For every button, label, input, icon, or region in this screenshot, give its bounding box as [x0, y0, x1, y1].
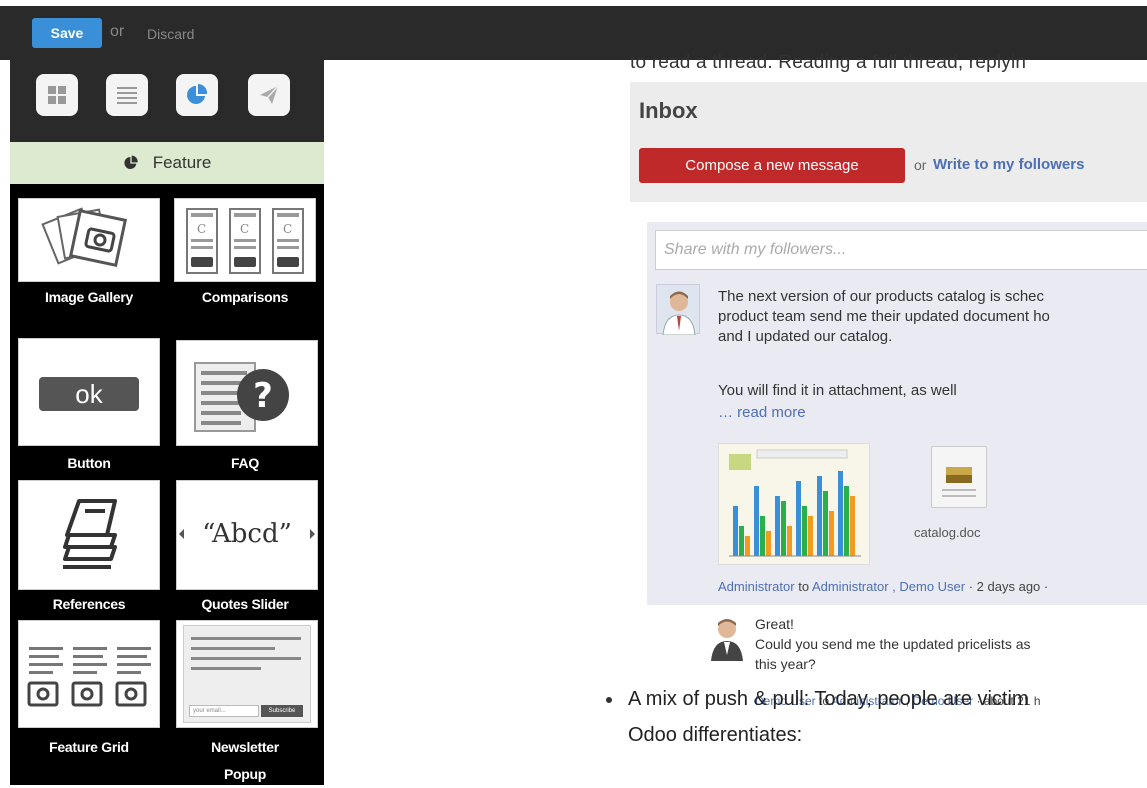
chevron-left-icon	[179, 529, 184, 539]
save-button[interactable]: Save	[32, 18, 102, 48]
newsletter-email-input: your email...	[189, 705, 259, 717]
paper-plane-icon	[260, 85, 279, 104]
share-input[interactable]: Share with my followers...	[655, 230, 1147, 270]
svg-text:?: ?	[253, 376, 273, 416]
body-text: Odoo differentiates:	[628, 724, 803, 746]
feature-grid-icon	[27, 647, 151, 707]
pie-chart-icon	[124, 155, 138, 169]
grid-icon	[48, 86, 66, 104]
faq-icon: ?	[194, 362, 289, 432]
snippet-label: Image Gallery	[45, 289, 133, 305]
thumbnail-bar	[823, 491, 828, 556]
snippet-image-gallery[interactable]	[18, 198, 160, 282]
avatar	[707, 615, 747, 661]
snippet-label: Comparisons	[201, 289, 289, 305]
svg-text:C: C	[283, 222, 292, 236]
svg-text:C: C	[197, 222, 206, 236]
snippet-feature-grid[interactable]	[18, 620, 160, 728]
thumbnail-bar	[802, 506, 807, 556]
user-avatar-icon	[662, 291, 696, 336]
snippet-button[interactable]: ok	[18, 338, 160, 446]
recipients-link[interactable]: Administrator , Demo User	[812, 579, 965, 594]
discard-link[interactable]: Discard	[147, 26, 194, 42]
section-header: Feature	[10, 142, 324, 184]
clipped-text: to read a thread. Reading a full thread,…	[630, 52, 1027, 73]
timestamp: · 2 days ago ·	[968, 579, 1049, 594]
thumbnail-bar	[781, 501, 786, 556]
document-icon	[942, 467, 976, 497]
inbox-header	[630, 82, 1147, 202]
message-meta: Administrator to Administrator , Demo Us…	[718, 579, 1049, 594]
snippet-comparisons[interactable]: CCC	[174, 198, 316, 282]
thumbnail-bar	[745, 536, 750, 556]
thumbnail-bar	[817, 476, 822, 556]
tab-structure[interactable]	[36, 74, 78, 116]
thumbnail-bar	[733, 506, 738, 556]
section-title: Feature	[152, 153, 212, 172]
thumbnail-bar	[829, 511, 834, 556]
write-to-followers-link[interactable]: Write to my followers	[933, 156, 1084, 173]
or-label: or	[914, 157, 927, 173]
newsletter-subscribe-button: Subscribe	[261, 705, 303, 717]
message-body: The next version of our products catalog…	[718, 288, 1050, 345]
compose-button[interactable]: Compose a new message	[639, 148, 905, 183]
snippet-label: Quotes Slider	[201, 596, 289, 612]
snippet-faq[interactable]: ?	[176, 340, 318, 446]
or-label: or	[110, 23, 125, 40]
snippet-label: Feature Grid	[49, 739, 129, 755]
thumbnail-bar	[760, 516, 765, 556]
thumbnail-bar	[787, 526, 792, 556]
chevron-right-icon	[310, 529, 315, 539]
snippet-quotes-slider[interactable]: “Abcd”	[176, 480, 318, 590]
photo-stack-icon	[41, 207, 128, 268]
tab-content[interactable]	[106, 74, 148, 116]
thumbnail-bar	[775, 496, 780, 556]
snippet-label: FAQ	[231, 455, 259, 471]
thumbnail-bar	[766, 531, 771, 556]
pie-chart-icon	[187, 83, 208, 104]
snippet-category-tabs	[10, 60, 324, 142]
chart-attachment[interactable]	[718, 443, 870, 565]
thumbnail-bar	[844, 486, 849, 556]
bullet-icon	[606, 697, 612, 703]
snippet-sidebar: Feature Image Gallery C C C Comparisons ok…	[10, 60, 324, 785]
snippet-label: Newsletter Popup	[211, 739, 279, 782]
thumbnail-bar	[796, 481, 801, 556]
tab-effect[interactable]	[248, 74, 290, 116]
thumbnail-bar	[739, 526, 744, 556]
thumbnail-bar	[754, 486, 759, 556]
books-icon	[63, 499, 117, 569]
snippet-references[interactable]	[18, 480, 160, 590]
avatar	[656, 284, 700, 336]
thumbnail-bar	[850, 496, 855, 556]
list-icon	[117, 87, 137, 104]
snippet-newsletter-popup[interactable]: your email... Subscribe	[176, 620, 318, 728]
user-avatar-icon	[711, 619, 743, 661]
bullet-text: A mix of push & pull: Today, people are …	[628, 688, 1029, 710]
message-body-continued: You will find it in attachment, as well	[718, 382, 957, 399]
editor-toolbar: Save or Discard	[0, 0, 1147, 60]
comparison-table-icon: CCC	[186, 208, 304, 274]
snippet-label: Button	[67, 455, 111, 471]
inbox-title: Inbox	[639, 98, 698, 123]
quote-preview: “Abcd”	[202, 519, 292, 549]
thumbnail-bar	[838, 471, 843, 556]
author-link[interactable]: Administrator	[718, 579, 795, 594]
doc-attachment[interactable]	[931, 446, 987, 508]
svg-text:C: C	[240, 222, 249, 236]
button-preview: ok	[39, 377, 139, 411]
bar-chart-thumbnail-icon	[729, 449, 861, 557]
read-more-link[interactable]: … read more	[718, 404, 806, 421]
thumbnail-bar	[808, 516, 813, 556]
reply-body: Great! Could you send me the updated pri…	[755, 616, 1031, 672]
snippet-label: References	[52, 596, 126, 612]
attachment-name: catalog.doc	[914, 525, 981, 540]
tab-feature[interactable]	[176, 74, 218, 116]
